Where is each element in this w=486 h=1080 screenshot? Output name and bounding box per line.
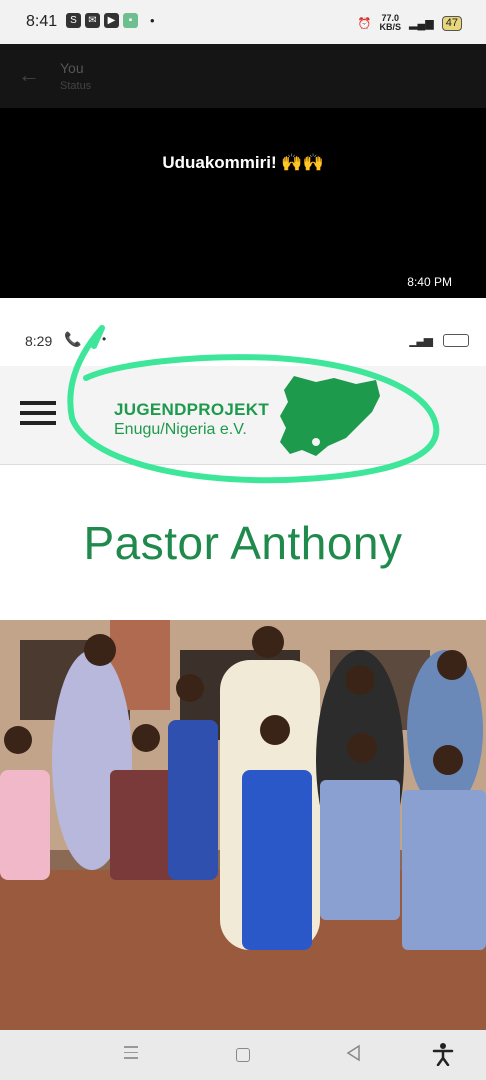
app-icon: ▪ (123, 13, 138, 28)
system-icons: ⏰ 77.0 KB/S ▂▄▆ 47 (358, 14, 462, 32)
inner-battery-icon (443, 334, 469, 347)
system-nav-bar (0, 1030, 486, 1080)
signal-icon: ▂▄▆ (409, 17, 434, 30)
message-panel: Uduakommiri! 🙌🙌 8:40 PM (0, 108, 486, 298)
status-viewer-header: ← You Status (0, 44, 486, 108)
more-dot-icon: • (150, 13, 155, 28)
status-bar: 8:41 S ✉ ▶ ▪ • ⏰ 77.0 KB/S ▂▄▆ 47 (0, 0, 486, 44)
back-arrow-icon[interactable]: ← (18, 62, 40, 88)
back-icon[interactable] (345, 1044, 361, 1062)
accessibility-icon[interactable] (432, 1042, 454, 1066)
recent-apps-icon[interactable] (124, 1046, 138, 1063)
alarm-icon: ⏰ (357, 17, 372, 30)
website-screenshot: 8:29 📞 • ▁▃▅ JUGENDPROJEKT Enugu/Nigeria… (0, 298, 486, 1030)
highlight-circle-annotation (67, 325, 440, 484)
battery-indicator: 47 (441, 15, 462, 31)
home-icon[interactable] (236, 1048, 250, 1062)
s-app-icon: S (66, 13, 81, 28)
messenger-icon: ✉ (85, 13, 100, 28)
page-headline: Pastor Anthony (83, 517, 403, 569)
hamburger-menu-icon[interactable] (20, 401, 56, 431)
status-subtitle: Status (60, 80, 92, 92)
message-text: Uduakommiri! 🙌🙌 (162, 153, 324, 172)
status-owner: You (60, 60, 84, 76)
youtube-icon: ▶ (104, 13, 119, 28)
network-speed: 77.0 KB/S (379, 13, 402, 32)
clock: 8:41 (26, 13, 58, 30)
notification-icons: S ✉ ▶ ▪ • (66, 13, 155, 28)
group-photo (0, 620, 486, 1030)
inner-clock: 8:29 (25, 333, 53, 349)
message-time: 8:40 PM (407, 275, 452, 289)
